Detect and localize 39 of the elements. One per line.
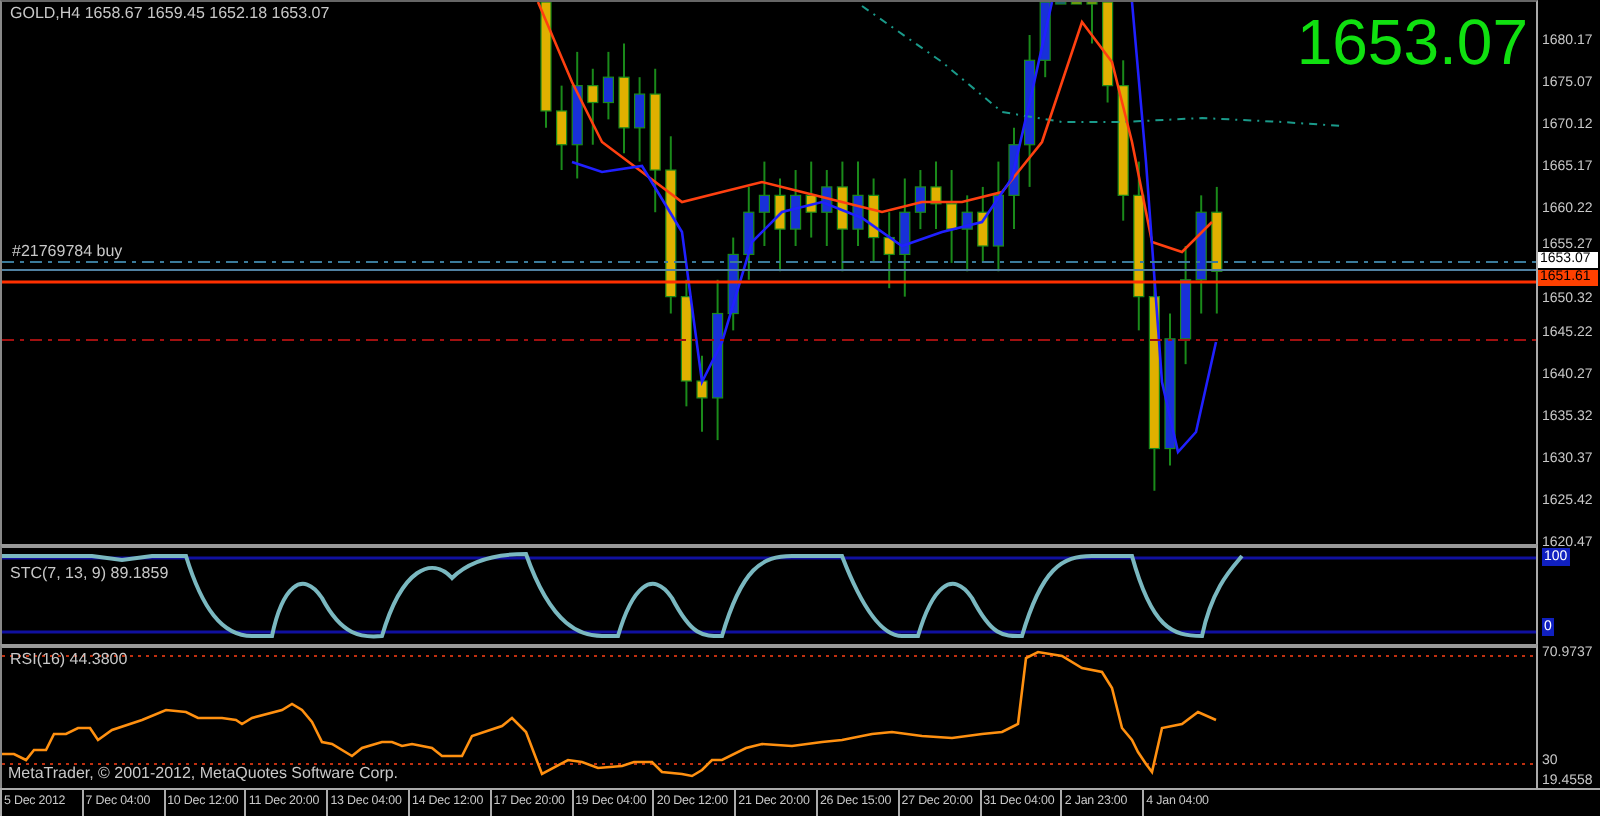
candlestick [587,67,599,146]
candlestick [899,177,911,298]
copyright-text: MetaTrader, © 2001-2012, MetaQuotes Software Corp. [8,764,399,784]
indicator-label: RSI(16) 44.3800 [10,650,128,670]
candlestick [852,160,864,247]
candlestick [836,160,848,273]
candlestick [805,160,817,239]
candlestick [992,160,1004,273]
candlestick [540,2,552,129]
candlestick [618,42,630,155]
candlestick [1086,2,1098,45]
candlestick [946,169,958,264]
last-price: 1653.07 [1296,6,1528,78]
candlestick [1180,245,1192,366]
candlestick [868,177,880,264]
candlestick [821,169,833,247]
chart-symbol-info: GOLD,H4 1658.67 1659.45 1652.18 1653.07 [10,4,330,24]
candlestick [727,236,739,332]
candlestick [1039,2,1051,79]
candlestick [790,169,802,247]
candlestick [1195,194,1207,315]
candlestick [883,211,895,290]
candlestick [930,160,942,231]
candlestick [961,194,973,273]
indicator-label: STC(7, 13, 9) 89.1859 [10,564,169,584]
candlestick [571,50,583,180]
candlestick [743,185,755,281]
candlestick [977,185,989,264]
candlestick [634,76,646,163]
candlestick [1102,2,1114,104]
order-label: #21769784 buy [12,242,123,262]
candlestick [602,50,614,121]
candlestick [696,354,708,433]
candlestick [758,160,770,247]
candlestick [914,169,926,231]
candlestick [774,177,786,273]
candlestick [556,84,568,172]
candlestick [1211,185,1223,315]
candlestick [680,278,692,408]
